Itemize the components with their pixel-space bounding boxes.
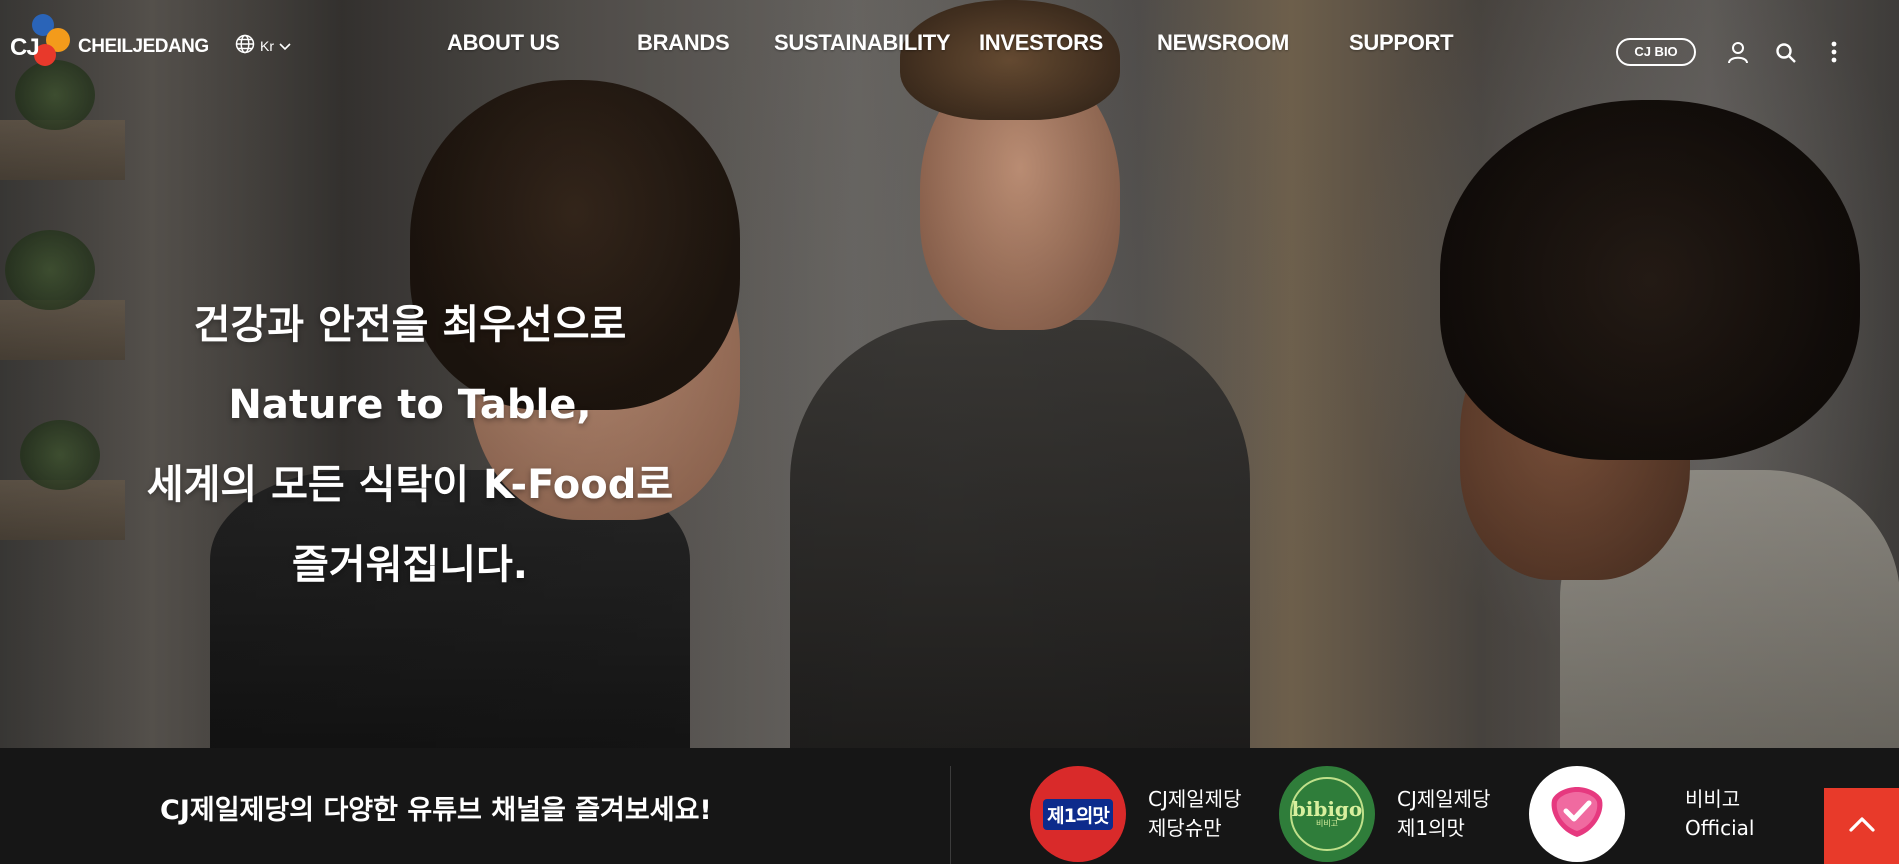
page: CJ CHEILJEDANG Kr ABOUT US BRANDS SUSTAI… — [0, 0, 1899, 864]
channel-logo-3 — [1529, 766, 1625, 862]
site-header: CJ CHEILJEDANG Kr ABOUT US BRANDS SUSTAI… — [0, 0, 1899, 100]
hero-line: 건강과 안전을 최우선으로 — [193, 302, 627, 348]
hero-headline: 건강과 안전을 최우선으로 Nature to Table, 세계의 모든 식탁… — [130, 285, 690, 605]
youtube-channel-bibigo-official[interactable]: 비비고 Official — [1529, 766, 1754, 862]
youtube-channels-bar: CJ제일제당의 다양한 유튜브 채널을 즐겨보세요! 제1의맛 CJ제일제당 제… — [0, 748, 1899, 864]
youtube-channel-first-taste[interactable]: bibigo 비비고 CJ제일제당 제1의맛 — [1279, 766, 1490, 862]
nav-brands[interactable]: BRANDS — [637, 30, 730, 56]
chevron-up-icon — [1848, 815, 1876, 837]
channel-logo-1: 제1의맛 — [1030, 766, 1126, 862]
logo-cj-text: CJ — [10, 34, 40, 61]
scroll-to-top-button[interactable] — [1824, 788, 1899, 864]
youtube-section-title: CJ제일제당의 다양한 유튜브 채널을 즐겨보세요! — [160, 795, 712, 826]
hero-line: 즐거워집니다. — [292, 542, 528, 588]
divider — [950, 766, 951, 864]
more-vertical-icon[interactable] — [1830, 40, 1838, 68]
logo-brand-text: CHEILJEDANG — [78, 36, 209, 57]
channel-label-line1: 비비고 — [1685, 787, 1741, 811]
channel-logo-text: 제1의맛 — [1043, 798, 1113, 830]
channel-label-line2: 제당슈만 — [1148, 816, 1222, 840]
hero-line: Nature to Table, — [228, 382, 592, 428]
main-nav: ABOUT US BRANDS SUSTAINABILITY INVESTORS… — [440, 30, 1454, 56]
user-icon[interactable] — [1726, 40, 1750, 68]
nav-newsroom[interactable]: NEWSROOM — [1157, 30, 1289, 56]
channel-label-line1: CJ제일제당 — [1397, 787, 1491, 811]
nav-support[interactable]: SUPPORT — [1349, 30, 1454, 56]
nav-investors[interactable]: INVESTORS — [979, 30, 1103, 56]
hero-line: 세계의 모든 식탁이 K-Food로 — [146, 462, 674, 508]
bibigo-logo-text: bibigo — [1291, 797, 1363, 821]
nav-about-us[interactable]: ABOUT US — [447, 30, 560, 56]
language-selector[interactable]: Kr — [235, 34, 291, 57]
channel-label: 비비고 Official — [1685, 785, 1754, 843]
channel-label-line2: Official — [1685, 816, 1755, 840]
language-label: Kr — [260, 37, 274, 54]
cj-cheiljedang-logo[interactable]: CJ CHEILJEDANG — [10, 14, 209, 74]
chevron-down-icon — [279, 38, 291, 54]
check-shield-icon — [1547, 784, 1607, 844]
channel-label: CJ제일제당 제당슈만 — [1148, 785, 1241, 843]
search-icon[interactable] — [1775, 42, 1797, 68]
youtube-channel-jedang-shuman[interactable]: 제1의맛 CJ제일제당 제당슈만 — [1030, 766, 1241, 862]
channel-label: CJ제일제당 제1의맛 — [1397, 785, 1490, 843]
channel-label-line1: CJ제일제당 — [1148, 787, 1242, 811]
nav-sustainability[interactable]: SUSTAINABILITY — [774, 30, 951, 56]
channel-label-line2: 제1의맛 — [1397, 816, 1465, 840]
bibigo-logo-subtext: 비비고 — [1315, 819, 1339, 828]
cj-bio-button[interactable]: CJ BIO — [1616, 38, 1696, 66]
channel-logo-2: bibigo 비비고 — [1279, 766, 1375, 862]
globe-icon — [235, 34, 255, 57]
